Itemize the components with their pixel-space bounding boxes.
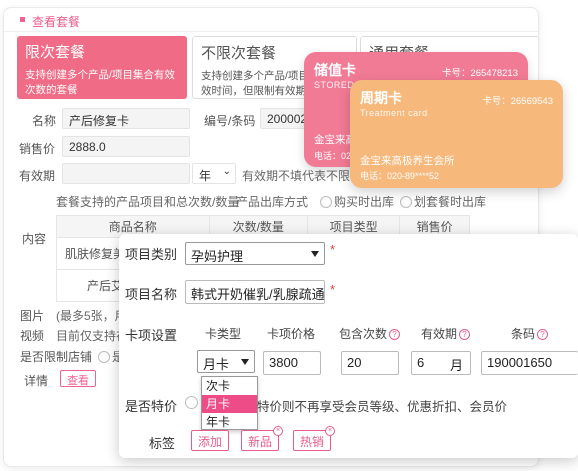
column-validity: 有效期?: [421, 325, 471, 342]
video-hint: 目前仅支持在: [56, 329, 129, 343]
help-circle-icon[interactable]: ?: [389, 329, 401, 340]
category-value: 孕妈护理: [191, 249, 244, 264]
card-phone: 电话：02: [314, 151, 352, 161]
view-detail-button[interactable]: 查看: [60, 370, 96, 387]
outbound-option-purchase[interactable]: 购买时出库: [320, 193, 394, 210]
chevron-down-icon: ⌄: [222, 166, 231, 177]
outbound-label: 产品出库方式: [236, 195, 309, 209]
radio-icon: [400, 196, 412, 208]
validity-unit-select[interactable]: 年 ⌄: [192, 163, 236, 184]
help-circle-icon[interactable]: ?: [537, 329, 549, 340]
card-number: 卡号：26569543: [482, 96, 553, 107]
picture-label: 图片: [20, 309, 45, 323]
support-text: 套餐支持的产品项目和总次数/数量: [56, 195, 240, 209]
column-card-price: 卡项价格: [267, 327, 316, 341]
column-label: 包含次数: [339, 327, 388, 341]
help-circle-icon[interactable]: ?: [459, 329, 471, 340]
tags-label: 标签: [149, 436, 176, 451]
special-price-toggle[interactable]: [185, 396, 198, 409]
price-field[interactable]: 2888.0: [62, 136, 190, 157]
radio-icon: [320, 196, 332, 208]
category-select[interactable]: 孕妈护理: [185, 242, 325, 265]
dropdown-option[interactable]: 年卡: [202, 413, 257, 431]
card-store-name: 金宝来高极养生会所: [360, 155, 455, 167]
item-name-input[interactable]: 韩式开奶催乳/乳腺疏通: [185, 280, 325, 304]
special-price-label: 是否特价: [125, 399, 178, 414]
validity-label: 有效期: [19, 169, 56, 183]
chevron-down-icon: [241, 359, 249, 365]
header-bullet-icon: [20, 17, 25, 22]
radio-icon: [98, 351, 110, 363]
category-label: 项目类别: [125, 247, 178, 262]
barcode-input[interactable]: 190001650: [481, 351, 578, 375]
column-card-type: 卡类型: [205, 327, 242, 341]
detail-label: 详情: [24, 374, 49, 388]
tag-new[interactable]: 新品 ×: [241, 426, 284, 451]
period-card: 周期卡 Treatment card 卡号：26569543 金宝来高极养生会所…: [350, 80, 563, 188]
column-barcode: 条码?: [511, 325, 549, 342]
validity-value: 6: [417, 355, 425, 370]
tag-label: 新品: [248, 435, 273, 449]
validity-hint: 有效期不填代表不限制: [242, 169, 363, 183]
close-icon[interactable]: ×: [273, 426, 284, 436]
dropdown-option[interactable]: 次卡: [202, 377, 257, 395]
validity-input[interactable]: 6 月: [411, 351, 471, 375]
tag-label: 热销: [300, 435, 325, 449]
required-mark: *: [330, 282, 336, 297]
card-title: 储值卡: [314, 62, 356, 78]
column-label: 条码: [511, 327, 536, 341]
card-type-select[interactable]: 月卡: [197, 350, 255, 373]
column-label: 有效期: [421, 327, 458, 341]
special-price-hint: 特价则不再享受会员等级、优惠折扣、会员价: [257, 400, 508, 414]
tag-hot[interactable]: 热销 ×: [293, 426, 336, 451]
panel-header: 查看套餐: [4, 8, 538, 32]
card-number: 卡号：265478213: [441, 68, 518, 79]
video-label: 视频: [20, 329, 45, 343]
outbound-option-deduct[interactable]: 划套餐时出库: [400, 193, 486, 210]
card-phone: 电话：020-89****52: [360, 171, 440, 181]
item-settings-panel: 项目类别 孕妈护理 * 项目名称 韩式开奶催乳/乳腺疏通 * 卡项设置 卡类型 …: [119, 234, 578, 458]
name-field[interactable]: 产后修复卡: [62, 108, 190, 129]
include-times-input[interactable]: 20: [341, 351, 399, 375]
dropdown-option-selected[interactable]: 月卡: [202, 395, 257, 413]
tag-label: 添加: [198, 435, 223, 449]
validity-unit: 月: [449, 358, 463, 373]
close-icon[interactable]: ×: [325, 426, 336, 436]
card-settings-label: 卡项设置: [125, 328, 178, 343]
column-include-times: 包含次数?: [339, 325, 401, 342]
card-title: 周期卡: [360, 90, 402, 106]
card-type-dropdown: 次卡 月卡 年卡: [201, 376, 258, 430]
code-label: 编号/条码: [204, 114, 256, 128]
content-label: 内容: [22, 232, 47, 246]
required-mark: *: [330, 242, 336, 257]
add-tag-button[interactable]: 添加: [191, 430, 230, 451]
outbound-option-label: 购买时出库: [334, 195, 395, 209]
chevron-down-icon: [311, 251, 319, 257]
card-price-input[interactable]: 3800: [263, 351, 321, 375]
validity-field[interactable]: [62, 163, 190, 184]
panel-title: 查看套餐: [32, 15, 81, 29]
outbound-option-label: 划套餐时出库: [414, 195, 487, 209]
name-label: 名称: [32, 114, 57, 128]
card-subtitle: Treatment card: [360, 108, 428, 118]
validity-unit-value: 年: [199, 169, 212, 183]
package-type-limited[interactable]: 限次套餐 支持创建多个产品/项目集合有效次数的套餐: [17, 36, 187, 99]
package-type-desc: 支持创建多个产品/项目集合有效次数的套餐: [25, 69, 175, 96]
card-type-value: 月卡: [203, 357, 230, 372]
item-name-label: 项目名称: [125, 287, 178, 302]
package-type-title: 限次套餐: [25, 44, 86, 61]
price-label: 销售价: [19, 142, 56, 156]
store-limit-label: 是否限制店铺: [20, 350, 93, 364]
